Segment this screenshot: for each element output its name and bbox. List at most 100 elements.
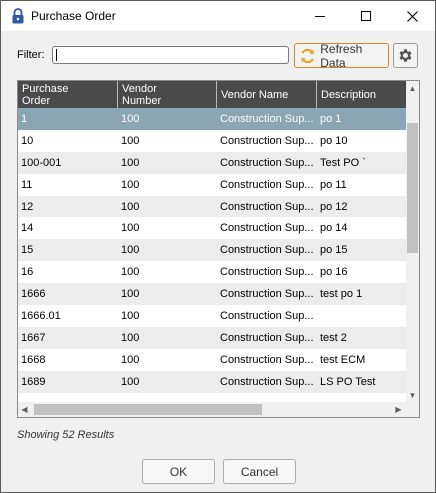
cell-vendor-number: 100 [121,156,140,169]
table-row[interactable]: 1666 100 Construction Sup... test po 1 [18,283,406,306]
cell-vendor-number: 100 [121,309,140,322]
cell-description: po 14 [320,222,348,235]
cell-vendor-name: Construction Sup... [220,288,314,301]
cell-vendor-name: Construction Sup... [220,134,314,147]
table-row[interactable]: 16 100 Construction Sup... po 16 [18,261,406,284]
grid-header: Purchase Order Vendor Number Vendor Name… [18,81,406,108]
cell-vendor-name: Construction Sup... [220,331,314,344]
ok-button[interactable]: OK [142,459,215,484]
cell-purchase-order: 1 [21,112,28,125]
table-row[interactable]: 1667 100 Construction Sup... test 2 [18,326,406,349]
cell-description: test 2 [320,331,347,344]
column-header-description[interactable]: Description [317,81,406,108]
cell-description: Test PO ` [320,156,366,169]
cell-purchase-order: 14 [21,222,34,235]
cell-vendor-number: 100 [121,134,140,147]
table-row[interactable]: 11 100 Construction Sup... po 11 [18,173,406,196]
table-row[interactable]: 12 100 Construction Sup... po 12 [18,195,406,218]
filter-input[interactable] [52,46,289,64]
cell-description: test po 1 [320,288,363,301]
column-header-purchase-order[interactable]: Purchase Order [18,81,118,108]
title-bar[interactable]: Purchase Order [1,1,435,31]
minimize-icon [315,16,325,17]
vertical-scrollbar[interactable]: ▲ ▼ [406,81,419,402]
cell-vendor-name: Construction Sup... [220,222,314,235]
close-button[interactable] [389,1,435,31]
cell-description: test ECM [320,353,366,366]
cell-purchase-order: 10 [21,134,34,147]
gear-icon [399,49,412,62]
window-title: Purchase Order [31,9,116,23]
refresh-icon [301,48,314,63]
table-row[interactable]: 100-001 100 Construction Sup... Test PO ` [18,151,406,174]
cell-vendor-number: 100 [121,178,140,191]
vertical-scroll-thumb[interactable] [407,123,418,253]
cell-vendor-number: 100 [121,244,140,257]
cell-vendor-name: Construction Sup... [220,244,314,257]
table-row[interactable]: 1668 100 Construction Sup... test ECM [18,348,406,371]
cell-purchase-order: 1689 [21,375,46,388]
scroll-left-icon[interactable]: ◀ [18,402,31,416]
minimize-button[interactable] [297,1,343,31]
table-row[interactable]: 1666.01 100 Construction Sup... [18,305,406,327]
scroll-up-icon[interactable]: ▲ [406,81,419,95]
purchase-order-grid[interactable]: Purchase Order Vendor Number Vendor Name… [17,80,420,418]
cell-vendor-name: Construction Sup... [220,309,314,322]
cell-purchase-order: 16 [21,266,34,279]
cell-vendor-number: 100 [121,112,140,125]
cell-description: LS PO Test [320,375,376,388]
horizontal-scrollbar[interactable]: ◀ ▶ [18,402,406,417]
filter-label: Filter: [17,49,45,61]
cell-vendor-name: Construction Sup... [220,200,314,213]
cell-purchase-order: 11 [21,178,33,191]
table-row[interactable]: 10 100 Construction Sup... po 10 [18,129,406,152]
maximize-button[interactable] [343,1,389,31]
table-row[interactable]: 1689 100 Construction Sup... LS PO Test [18,370,406,393]
table-row[interactable]: 14 100 Construction Sup... po 14 [18,217,406,240]
cell-vendor-number: 100 [121,375,140,388]
cell-description: po 15 [320,244,348,257]
cell-vendor-name: Construction Sup... [220,375,314,388]
cell-description: po 1 [320,112,342,125]
column-header-vendor-name[interactable]: Vendor Name [217,81,317,108]
cell-vendor-number: 100 [121,266,140,279]
column-header-vendor-number[interactable]: Vendor Number [118,81,217,108]
purchase-order-dialog: Purchase Order Filter: Refresh Data Purc… [0,0,436,493]
cell-vendor-name: Construction Sup... [220,353,314,366]
cell-vendor-name: Construction Sup... [220,112,314,125]
table-row[interactable]: 1 100 Construction Sup... po 1 [18,108,406,130]
cell-vendor-name: Construction Sup... [220,156,314,169]
cell-purchase-order: 100-001 [21,156,62,169]
close-icon [406,10,418,22]
table-row[interactable]: 15 100 Construction Sup... po 15 [18,239,406,262]
cell-vendor-name: Construction Sup... [220,178,314,191]
scroll-right-icon[interactable]: ▶ [392,402,405,416]
cell-purchase-order: 12 [21,200,34,213]
cell-description: po 10 [320,134,348,147]
maximize-icon [361,11,371,21]
cell-vendor-number: 100 [121,200,140,213]
cell-vendor-number: 100 [121,288,140,301]
padlock-icon [12,8,24,24]
horizontal-scroll-thumb[interactable] [34,404,262,415]
cancel-button[interactable]: Cancel [223,459,296,484]
cell-vendor-number: 100 [121,331,140,344]
refresh-data-label: Refresh Data [320,41,363,70]
cell-purchase-order: 15 [21,244,34,257]
refresh-data-button[interactable]: Refresh Data [294,41,389,70]
results-count: Showing 52 Results [17,429,115,441]
scroll-down-icon[interactable]: ▼ [406,388,419,402]
cell-purchase-order: 1666 [21,288,46,301]
cell-description: po 16 [320,266,348,279]
cell-description: po 12 [320,200,348,213]
cell-purchase-order: 1666.01 [21,309,61,322]
grid-rows: 1 100 Construction Sup... po 1 10 100 Construc… [18,108,406,393]
cell-purchase-order: 1668 [21,353,46,366]
scrollbar-corner [406,402,419,417]
cell-purchase-order: 1667 [21,331,46,344]
cell-vendor-number: 100 [121,353,140,366]
cell-vendor-name: Construction Sup... [220,266,314,279]
cell-vendor-number: 100 [121,222,140,235]
settings-button[interactable] [393,43,418,68]
cell-description: po 11 [320,178,347,191]
